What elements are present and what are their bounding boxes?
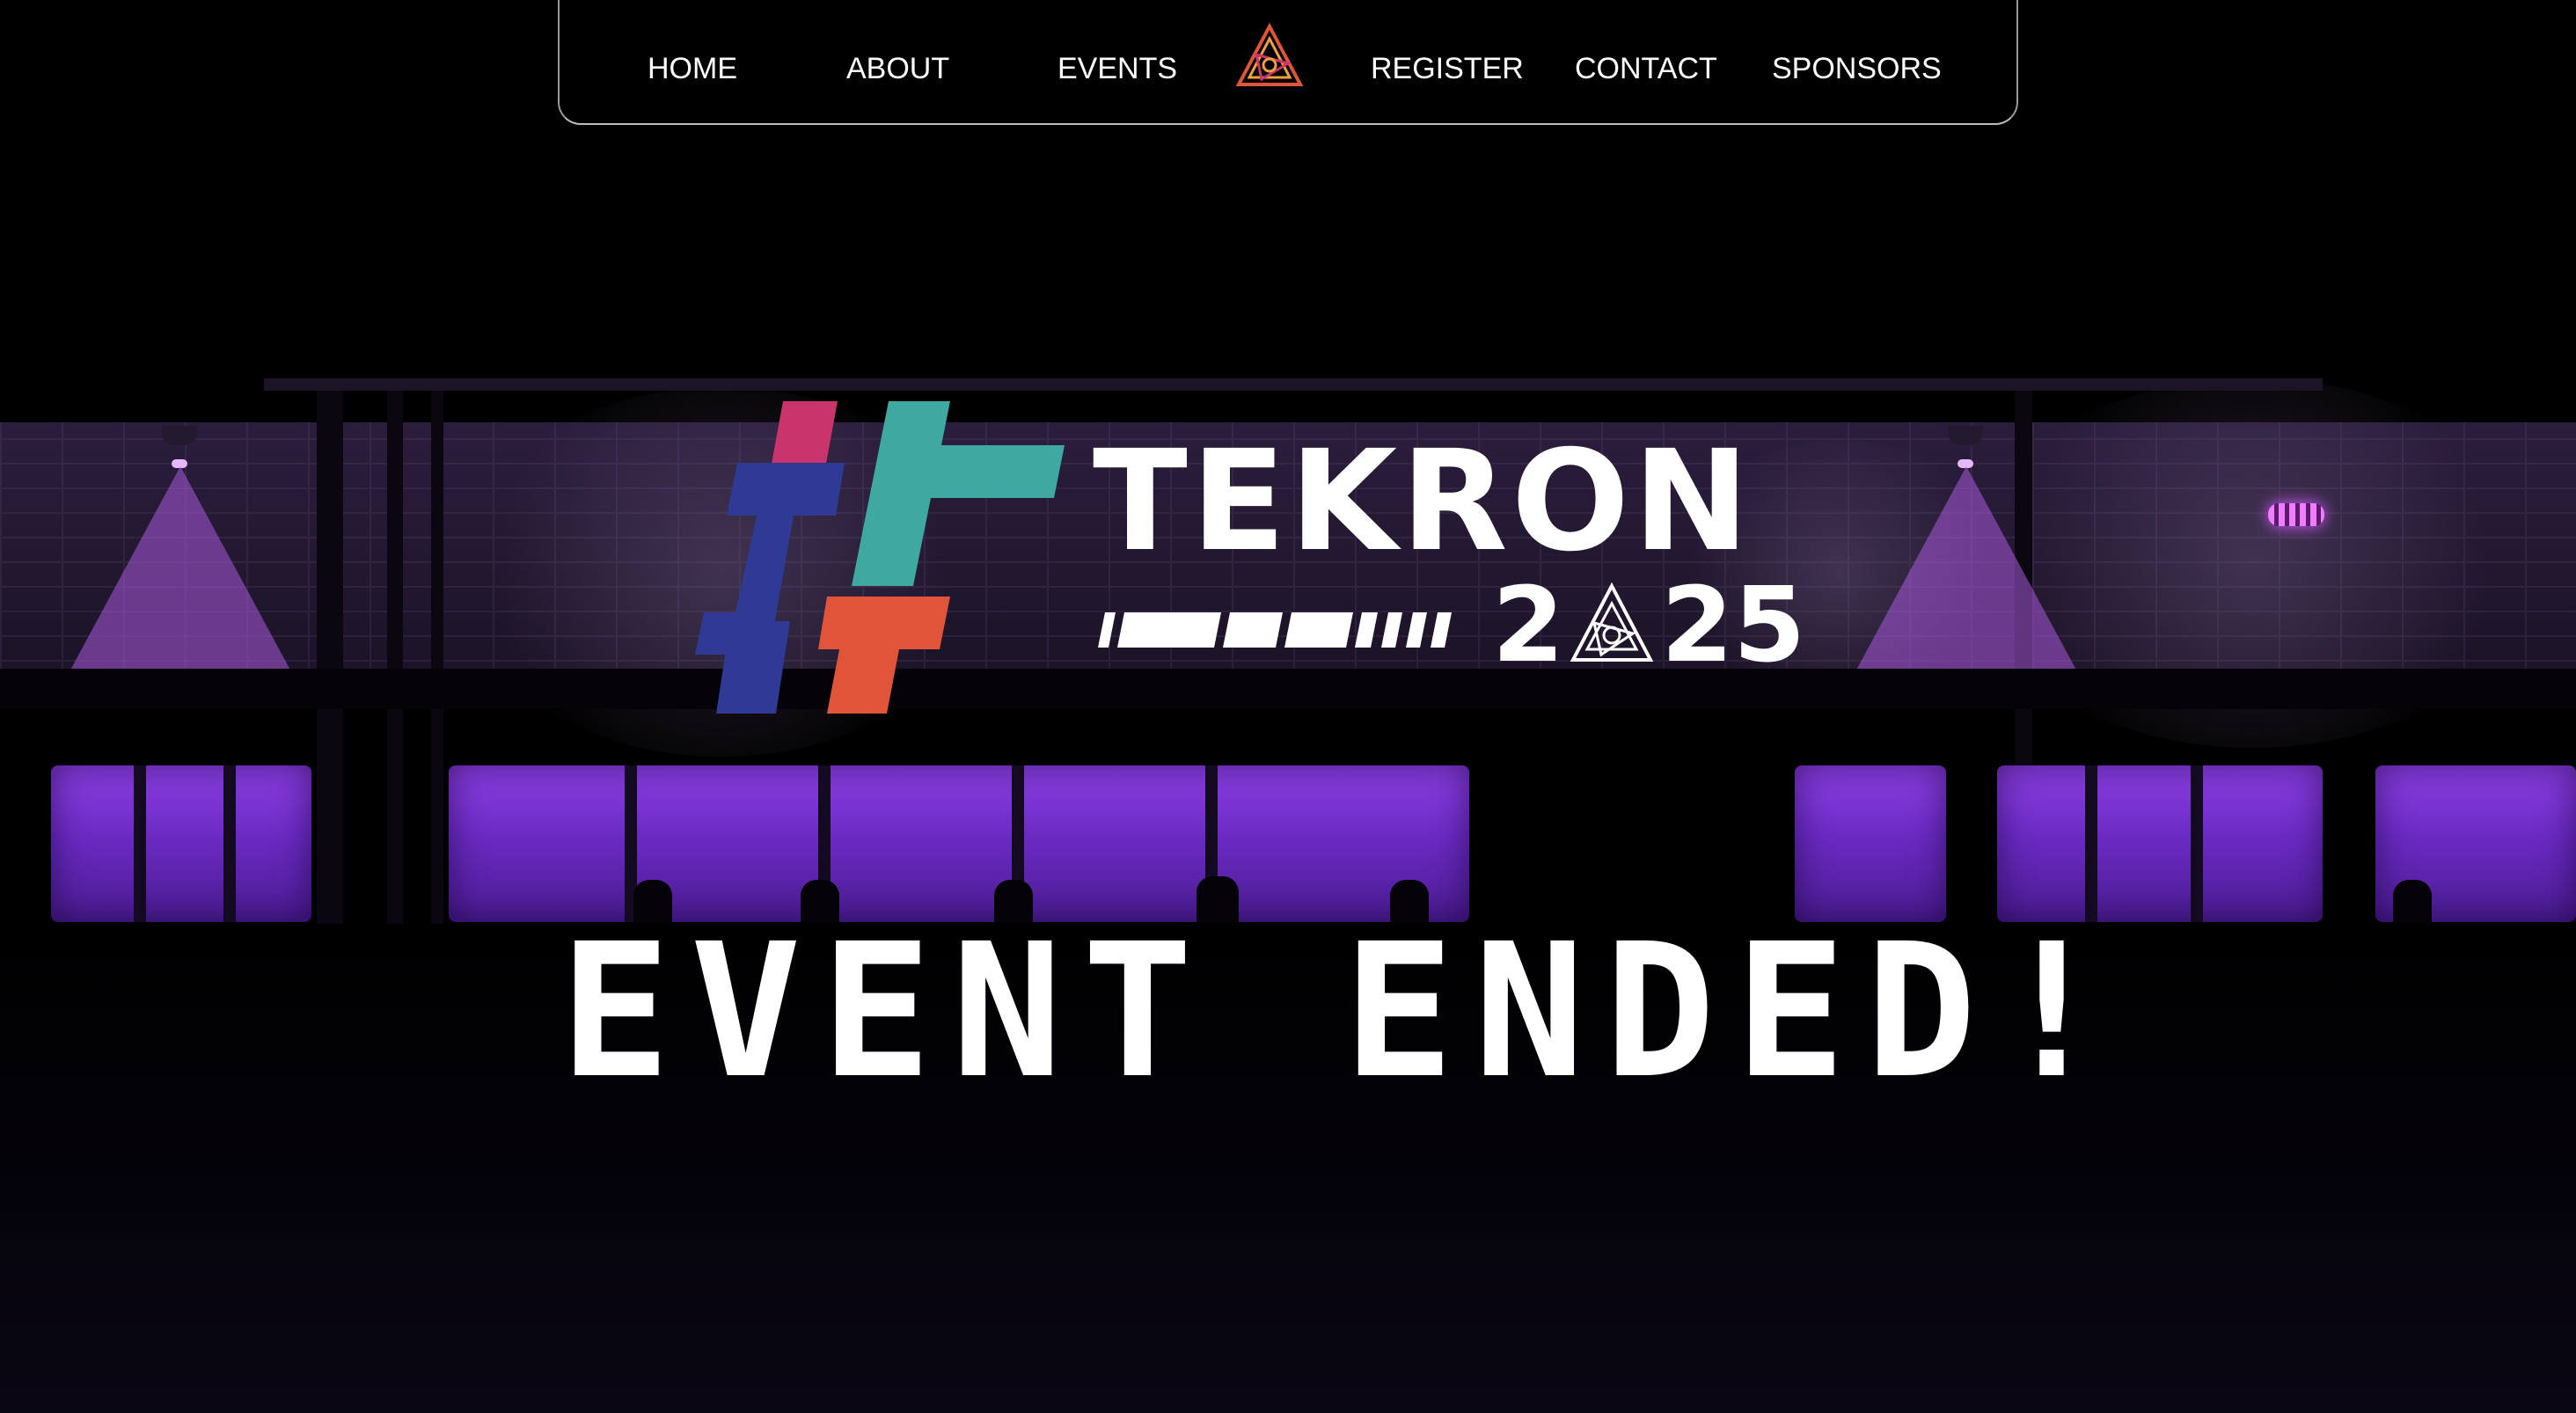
hashtag-logo-icon (695, 401, 1065, 714)
neon-sign (2268, 503, 2324, 526)
triangle-emblem-icon (1570, 582, 1654, 662)
year-prefix: 2 (1492, 564, 1565, 685)
ceiling-beam (264, 378, 2323, 391)
support-pillar (387, 378, 403, 924)
nav-home-link[interactable]: HOME (648, 48, 737, 90)
lamp-light-beam (1848, 466, 2085, 686)
ceiling-lamp (1948, 426, 1983, 445)
tekron-triangle-emblem-icon[interactable] (1235, 23, 1304, 90)
support-pillar (431, 378, 443, 924)
support-pillar (317, 378, 343, 924)
year-suffix: 25 (1661, 564, 1806, 685)
ceiling-lamp (162, 426, 197, 445)
train-window (1795, 765, 1946, 922)
train-window (51, 765, 311, 922)
decorative-dash-bar (1098, 612, 1452, 648)
platform-ledge (0, 669, 2576, 709)
event-ended-headline: EVENT ENDED! (560, 904, 2127, 1119)
train-window (1997, 765, 2323, 922)
train-window (449, 765, 1469, 922)
nav-about-link[interactable]: ABOUT (846, 48, 949, 90)
nav-sponsors-link[interactable]: SPONSORS (1772, 48, 1942, 90)
brand-title: TEKRON (1093, 421, 1753, 582)
lamp-light-beam (62, 466, 299, 686)
nav-contact-link[interactable]: CONTACT (1575, 48, 1717, 90)
nav-events-link[interactable]: EVENTS (1057, 48, 1177, 90)
nav-register-link[interactable]: REGISTER (1371, 48, 1524, 90)
